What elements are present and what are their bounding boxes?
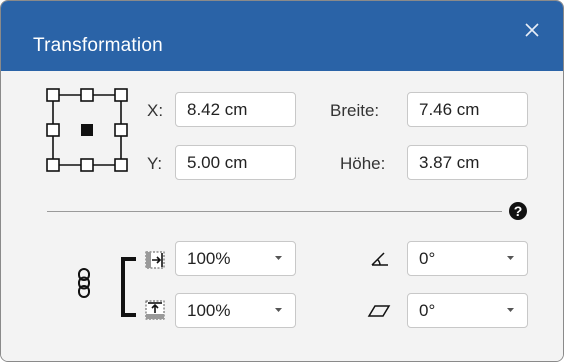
- vertical-scale-select[interactable]: 100%: [175, 293, 296, 328]
- width-value: 7.46 cm: [419, 99, 480, 119]
- width-field[interactable]: 7.46 cm: [407, 92, 528, 127]
- skew-select[interactable]: 0°: [407, 293, 528, 328]
- width-label: Breite:: [330, 101, 380, 120]
- skew-icon: [367, 305, 391, 317]
- height-field[interactable]: 3.87 cm: [407, 145, 528, 180]
- dialog-title: Transformation: [33, 35, 163, 56]
- title-bar: Transformation: [1, 1, 563, 71]
- chevron-down-icon: [507, 256, 514, 260]
- chain-link-icon[interactable]: [76, 268, 92, 298]
- chevron-down-icon: [275, 256, 282, 260]
- y-field[interactable]: 5.00 cm: [175, 145, 296, 180]
- y-value: 5.00 cm: [187, 152, 248, 172]
- vertical-scale-icon: [145, 300, 165, 320]
- section-divider: [47, 211, 502, 212]
- x-value: 8.42 cm: [187, 99, 248, 119]
- chevron-down-icon: [507, 308, 514, 312]
- height-value: 3.87 cm: [419, 152, 480, 172]
- horizontal-scale-select[interactable]: 100%: [175, 241, 296, 276]
- link-bracket: [121, 257, 136, 317]
- rotate-angle-icon: [371, 252, 388, 266]
- help-button[interactable]: ?: [509, 202, 527, 220]
- skew-value: 0°: [419, 300, 436, 320]
- horizontal-scale-value: 100%: [187, 248, 231, 268]
- y-label: Y:: [147, 154, 163, 173]
- horizontal-scale-icon: [145, 251, 165, 269]
- anchor-grid-icon[interactable]: [45, 87, 129, 173]
- close-button[interactable]: [511, 9, 553, 51]
- close-icon: [525, 23, 539, 37]
- x-field[interactable]: 8.42 cm: [175, 92, 296, 127]
- vertical-scale-value: 100%: [187, 300, 231, 320]
- chevron-down-icon: [275, 308, 282, 312]
- height-label: Höhe:: [340, 154, 386, 173]
- rotation-value: 0°: [419, 248, 436, 268]
- x-label: X:: [147, 101, 164, 120]
- dialog-content: X: 8.42 cm Y: 5.00 cm Breite: 7.46 cm Hö…: [1, 71, 563, 361]
- rotation-select[interactable]: 0°: [407, 241, 528, 276]
- transformation-dialog: Transformation X: 8.42 cm Y: 5.00 cm Bre…: [0, 0, 564, 362]
